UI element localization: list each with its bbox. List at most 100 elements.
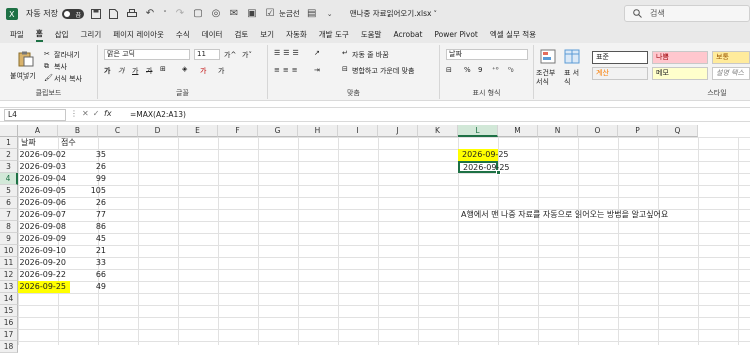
cell-score[interactable]: 21 <box>70 245 110 257</box>
copy-button[interactable]: 복사 <box>54 62 67 72</box>
row-header-1[interactable]: 1 <box>0 137 18 149</box>
search-box[interactable]: 검색 <box>624 5 750 22</box>
shrink-font-button[interactable]: 가˅ <box>242 50 252 60</box>
cell-score[interactable]: 99 <box>70 173 110 185</box>
tab-developer[interactable]: 개발 도구 <box>319 27 349 43</box>
orientation-icon[interactable]: ↗ <box>314 49 320 57</box>
tab-formulas[interactable]: 수식 <box>176 27 190 43</box>
cell-a1-header[interactable]: 날짜 <box>18 137 58 149</box>
column-header-b[interactable]: B <box>58 125 98 137</box>
style-note[interactable]: 메모 <box>652 67 708 80</box>
camera-icon[interactable]: ◎ <box>210 8 222 20</box>
style-good[interactable]: 보통 <box>712 51 750 64</box>
tab-page-layout[interactable]: 페이지 레이아웃 <box>113 27 164 43</box>
style-calc[interactable]: 계산 <box>592 67 648 80</box>
italic-button[interactable]: 가 <box>118 66 124 76</box>
cut-icon[interactable]: ✂ <box>44 50 50 58</box>
cell-date[interactable]: 2026-09-06 <box>18 197 70 209</box>
cell-score[interactable]: 26 <box>70 161 110 173</box>
underline-button[interactable]: 가 <box>132 66 138 76</box>
name-box[interactable]: L4 <box>4 109 66 121</box>
cell-date[interactable]: 2026-09-05 <box>18 185 70 197</box>
font-size-select[interactable]: 11 <box>194 49 220 60</box>
cell-area[interactable]: 날짜 점수 2026-09-25 2026-09-25 A행에서 맨 나중 자료… <box>18 137 750 345</box>
cell-date[interactable]: 2026-09-25 <box>18 281 70 293</box>
paste-icon[interactable] <box>16 51 34 67</box>
column-header-i[interactable]: I <box>338 125 378 137</box>
row-header-15[interactable]: 15 <box>0 305 18 317</box>
cancel-enter-icons[interactable]: ⋮✕✓ <box>70 109 103 118</box>
conditional-format-button[interactable]: 조건부 서식 <box>536 69 562 87</box>
column-header-p[interactable]: P <box>618 125 658 137</box>
gridlines-label[interactable]: 눈금선 <box>279 8 300 19</box>
tab-help[interactable]: 도움말 <box>361 27 382 43</box>
format-painter-icon[interactable]: 🖌 <box>44 74 53 82</box>
cell-l4-selected[interactable]: 2026-09-25 <box>458 161 510 173</box>
number-format-select[interactable]: 날짜 <box>446 49 528 60</box>
tab-acrobat[interactable]: Acrobat <box>393 27 422 43</box>
cell-score[interactable]: 49 <box>70 281 110 293</box>
file-name[interactable]: 맨나중 자료읽어오기.xlsx <box>350 8 432 19</box>
column-header-j[interactable]: J <box>378 125 418 137</box>
phonetic-button[interactable]: 가 <box>218 66 224 76</box>
indent-icon[interactable]: ⇥ <box>314 66 320 74</box>
cell-date[interactable]: 2026-09-07 <box>18 209 70 221</box>
fill-color-icon[interactable]: ◈ <box>182 65 187 73</box>
cell-b1-header[interactable]: 점수 <box>58 137 98 149</box>
qat-icon-1[interactable]: ▢ <box>192 8 204 20</box>
format-painter-button[interactable]: 서식 복사 <box>54 74 82 84</box>
align-top-icon[interactable]: ☰☰☰ <box>274 49 302 57</box>
fill-handle[interactable] <box>496 170 501 175</box>
doc-icon[interactable] <box>108 8 120 20</box>
formula-input[interactable]: =MAX(A2:A13) <box>130 109 186 121</box>
format-as-table-button[interactable]: 표 서식 <box>564 69 584 87</box>
increase-decimal-icon[interactable]: ⁺⁰ <box>492 66 499 74</box>
column-header-n[interactable]: N <box>538 125 578 137</box>
row-header-10[interactable]: 10 <box>0 245 18 257</box>
style-bad[interactable]: 나쁨 <box>652 51 708 64</box>
column-header-h[interactable]: H <box>298 125 338 137</box>
row-header-3[interactable]: 3 <box>0 161 18 173</box>
column-header-a[interactable]: A <box>18 125 58 137</box>
cell-l2[interactable]: 2026-09-25 <box>458 149 509 161</box>
cell-date[interactable]: 2026-09-04 <box>18 173 70 185</box>
redo-icon[interactable]: ↷ <box>174 8 186 20</box>
column-header-q[interactable]: Q <box>658 125 698 137</box>
column-header-f[interactable]: F <box>218 125 258 137</box>
merge-center-button[interactable]: 병합하고 가운데 맞춤 <box>352 66 414 76</box>
row-header-8[interactable]: 8 <box>0 221 18 233</box>
column-header-e[interactable]: E <box>178 125 218 137</box>
undo-icon[interactable]: ↶ <box>144 8 156 20</box>
cell-score[interactable]: 35 <box>70 149 110 161</box>
mail-icon[interactable]: ✉ <box>228 8 240 20</box>
column-header-c[interactable]: C <box>98 125 138 137</box>
column-header-m[interactable]: M <box>498 125 538 137</box>
accounting-icon[interactable]: ⊟ <box>446 66 452 74</box>
cell-score[interactable]: 66 <box>70 269 110 281</box>
cell-date[interactable]: 2026-09-22 <box>18 269 70 281</box>
undo-dropdown-icon[interactable]: ˅ <box>162 8 168 20</box>
cell-l7-note[interactable]: A행에서 맨 나중 자료를 자동으로 읽어오는 방법을 알고싶어요 <box>458 209 668 221</box>
row-header-17[interactable]: 17 <box>0 329 18 341</box>
tab-automate[interactable]: 자동화 <box>286 27 307 43</box>
tab-draw[interactable]: 그리기 <box>81 27 102 43</box>
column-header-k[interactable]: K <box>418 125 458 137</box>
comma-icon[interactable]: 9 <box>478 66 482 74</box>
cell-score[interactable]: 105 <box>70 185 110 197</box>
sheet-icon[interactable]: ▤ <box>306 8 318 20</box>
cell-date[interactable]: 2026-09-10 <box>18 245 70 257</box>
row-header-16[interactable]: 16 <box>0 317 18 329</box>
row-header-13[interactable]: 13 <box>0 281 18 293</box>
column-header-o[interactable]: O <box>578 125 618 137</box>
column-header-d[interactable]: D <box>138 125 178 137</box>
row-header-7[interactable]: 7 <box>0 209 18 221</box>
cell-score[interactable]: 77 <box>70 209 110 221</box>
tab-power-pivot[interactable]: Power Pivot <box>434 27 477 43</box>
autosave-toggle[interactable]: 끔 <box>61 8 84 19</box>
row-header-5[interactable]: 5 <box>0 185 18 197</box>
tab-custom[interactable]: 엑셀 실무 적용 <box>490 27 536 43</box>
tab-home[interactable]: 홈 <box>35 28 43 42</box>
cut-button[interactable]: 잘라내기 <box>54 50 80 60</box>
tab-file[interactable]: 파일 <box>10 27 24 43</box>
wrap-text-icon[interactable]: ↵ <box>342 49 348 57</box>
